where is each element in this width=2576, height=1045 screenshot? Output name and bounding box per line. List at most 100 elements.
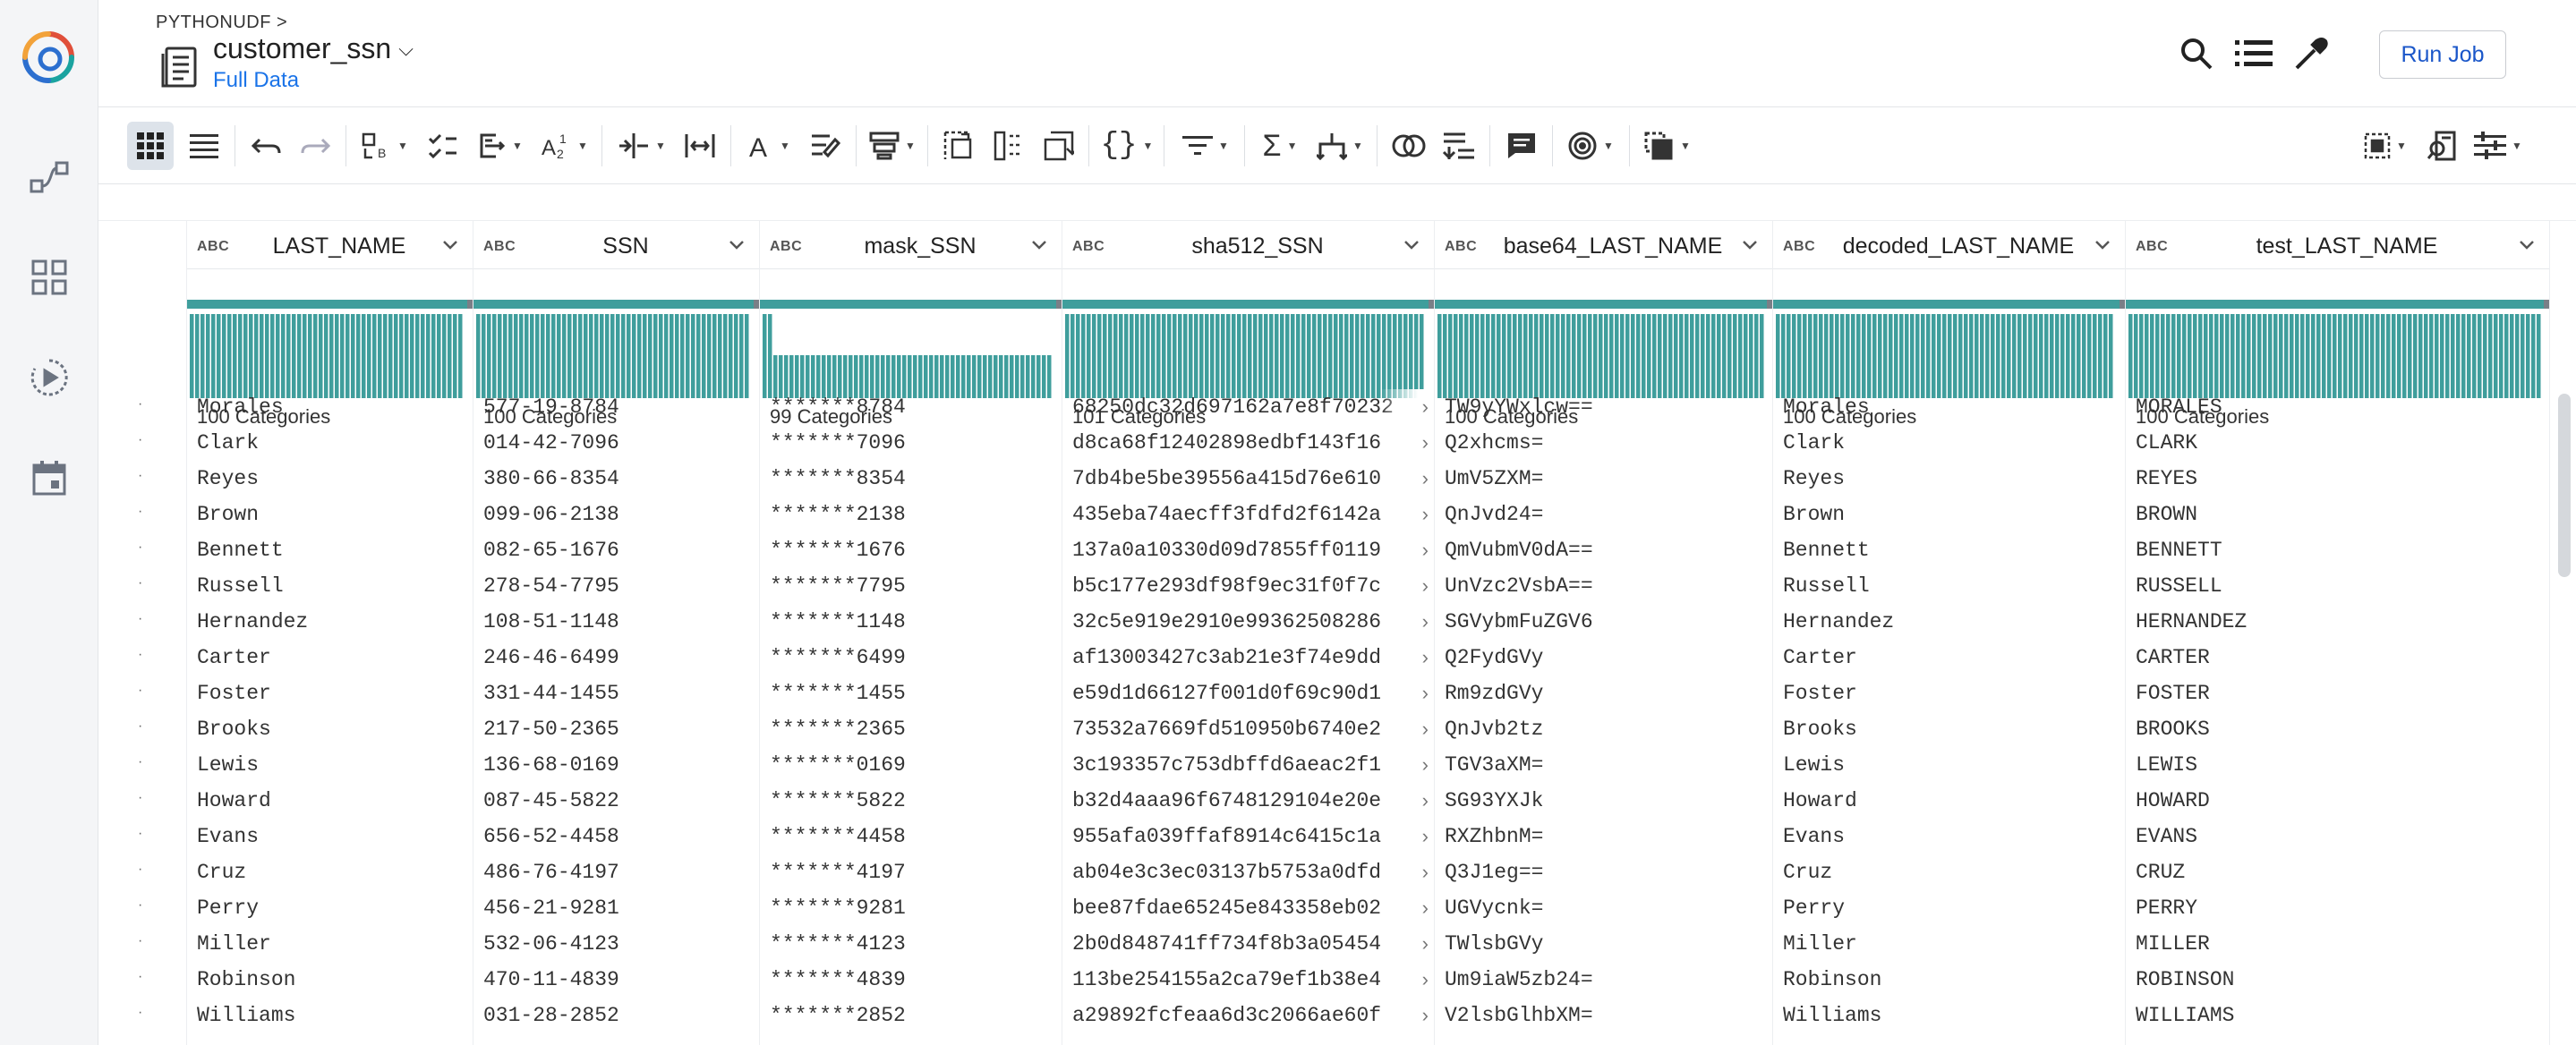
- table-cell[interactable]: Williams: [186, 998, 473, 1033]
- table-row[interactable]: · Howard 087-45-5822 *******5822 b32d4aaa96f…: [98, 783, 2576, 819]
- table-cell[interactable]: *******0169: [759, 747, 1062, 783]
- table-cell[interactable]: ab04e3c3ec03137b5753a0dfd ›: [1062, 854, 1434, 890]
- table-cell[interactable]: 656-52-4458: [473, 819, 759, 854]
- table-cell[interactable]: Robinson: [186, 962, 473, 998]
- table-cell[interactable]: *******8354: [759, 461, 1062, 497]
- merge-column-icon[interactable]: [677, 122, 723, 170]
- table-cell[interactable]: Lewis: [186, 747, 473, 783]
- expand-value-icon[interactable]: ›: [1422, 532, 1429, 568]
- column-histogram[interactable]: [1776, 314, 2118, 398]
- column-name-bar[interactable]: ABC sha512_SSN: [1062, 225, 1434, 269]
- table-cell[interactable]: Brown: [1772, 497, 2125, 532]
- join-icon[interactable]: [1386, 122, 1432, 170]
- table-cell[interactable]: *******2365: [759, 711, 1062, 747]
- calendar-icon[interactable]: [26, 455, 73, 501]
- row-handle[interactable]: ·: [138, 969, 142, 985]
- table-row[interactable]: · Reyes 380-66-8354 *******8354 7db4be5be395…: [98, 461, 2576, 497]
- table-cell[interactable]: RXZhbnM=: [1434, 819, 1772, 854]
- expand-value-icon[interactable]: ›: [1422, 604, 1429, 640]
- run-job-button[interactable]: Run Job: [2379, 30, 2506, 79]
- table-cell[interactable]: 137a0a10330d09d7855ff0119 ›: [1062, 532, 1434, 568]
- table-cell[interactable]: Hernandez: [186, 604, 473, 640]
- redo-icon[interactable]: [294, 122, 338, 170]
- table-cell[interactable]: 108-51-1148: [473, 604, 759, 640]
- table-cell[interactable]: *******8784: [759, 389, 1062, 425]
- table-row[interactable]: · Clark 014-42-7096 *******7096 d8ca68f12402…: [98, 425, 2576, 461]
- table-cell[interactable]: Rm9zdGVy: [1434, 675, 1772, 711]
- expand-value-icon[interactable]: ›: [1422, 962, 1429, 998]
- table-cell[interactable]: Q3J1eg==: [1434, 854, 1772, 890]
- table-cell[interactable]: Reyes: [1772, 461, 2125, 497]
- table-cell[interactable]: 136-68-0169: [473, 747, 759, 783]
- table-cell[interactable]: bee87fdae65245e843358eb02 ›: [1062, 890, 1434, 926]
- row-handle[interactable]: ·: [138, 933, 142, 949]
- table-row[interactable]: · Robinson 470-11-4839 *******4839 113be2541…: [98, 962, 2576, 998]
- table-row[interactable]: · Cruz 486-76-4197 *******4197 ab04e3c3ec031…: [98, 854, 2576, 890]
- table-cell[interactable]: HERNANDEZ: [2125, 604, 2549, 640]
- expand-value-icon[interactable]: ›: [1422, 998, 1429, 1033]
- unpivot-icon[interactable]: [986, 122, 1031, 170]
- table-cell[interactable]: *******4458: [759, 819, 1062, 854]
- table-cell[interactable]: BROOKS: [2125, 711, 2549, 747]
- data-quality-bar[interactable]: [186, 300, 473, 309]
- table-cell[interactable]: Bennett: [186, 532, 473, 568]
- column-name-bar[interactable]: ABC test_LAST_NAME: [2125, 225, 2549, 269]
- table-row[interactable]: · Perry 456-21-9281 *******9281 bee87fdae652…: [98, 890, 2576, 926]
- table-cell[interactable]: b5c177e293df98f9ec31f0f7c ›: [1062, 568, 1434, 604]
- table-cell[interactable]: *******1148: [759, 604, 1062, 640]
- table-cell[interactable]: Foster: [186, 675, 473, 711]
- table-cell[interactable]: 73532a7669fd510950b6740e2 ›: [1062, 711, 1434, 747]
- column-type-icon[interactable]: ABC: [1072, 239, 1117, 255]
- column-type-icon[interactable]: ABC: [1445, 239, 1489, 255]
- comment-icon[interactable]: [1498, 122, 1545, 170]
- chevron-down-icon[interactable]: [437, 239, 464, 255]
- table-cell[interactable]: ROBINSON: [2125, 962, 2549, 998]
- change-type-icon[interactable]: B ▼: [358, 122, 412, 170]
- row-handle[interactable]: ·: [138, 790, 142, 806]
- table-cell[interactable]: Reyes: [186, 461, 473, 497]
- table-cell[interactable]: Clark: [186, 425, 473, 461]
- select-columns-icon[interactable]: ▼: [2356, 122, 2415, 170]
- table-cell[interactable]: 278-54-7795: [473, 568, 759, 604]
- column-name-bar[interactable]: ABC base64_LAST_NAME: [1434, 225, 1772, 269]
- table-cell[interactable]: MORALES: [2125, 389, 2549, 425]
- chevron-down-icon[interactable]: [1736, 239, 1763, 255]
- table-cell[interactable]: Miller: [1772, 926, 2125, 962]
- table-cell[interactable]: BROWN: [2125, 497, 2549, 532]
- table-cell[interactable]: TWlsbGVy: [1434, 926, 1772, 962]
- edit-column-icon[interactable]: [802, 122, 849, 170]
- table-cell[interactable]: Morales: [1772, 389, 2125, 425]
- table-cell[interactable]: 3c193357c753dbffd6aeac2f1 ›: [1062, 747, 1434, 783]
- table-cell[interactable]: UGVycnk=: [1434, 890, 1772, 926]
- data-quality-bar[interactable]: [1772, 300, 2125, 309]
- row-handle[interactable]: ·: [138, 647, 142, 663]
- expand-value-icon[interactable]: ›: [1422, 425, 1429, 461]
- row-handle[interactable]: ·: [138, 862, 142, 878]
- table-cell[interactable]: Perry: [186, 890, 473, 926]
- row-handle[interactable]: ·: [138, 396, 142, 412]
- sigma-icon[interactable]: Σ ▼: [1253, 122, 1307, 170]
- table-cell[interactable]: 082-65-1676: [473, 532, 759, 568]
- column-type-icon[interactable]: ABC: [1783, 239, 1828, 255]
- table-cell[interactable]: TW9yYWxlcw==: [1434, 389, 1772, 425]
- table-cell[interactable]: af13003427c3ab21e3f74e9dd ›: [1062, 640, 1434, 675]
- table-cell[interactable]: Brown: [186, 497, 473, 532]
- table-row[interactable]: · Morales 577-19-8784 *******8784 68250dc32d…: [98, 389, 2576, 425]
- table-row[interactable]: · Bennett 082-65-1676 *******1676 137a0a1033…: [98, 532, 2576, 568]
- table-cell[interactable]: 246-46-6499: [473, 640, 759, 675]
- transpose-icon[interactable]: [1036, 122, 1081, 170]
- data-quality-bar[interactable]: [2125, 300, 2549, 309]
- dashboard-icon[interactable]: [26, 254, 73, 301]
- table-cell[interactable]: b32d4aaa96f6748129104e20e ›: [1062, 783, 1434, 819]
- expand-value-icon[interactable]: ›: [1422, 819, 1429, 854]
- table-cell[interactable]: Q2xhcms=: [1434, 425, 1772, 461]
- table-cell[interactable]: Brooks: [186, 711, 473, 747]
- validate-icon[interactable]: [421, 122, 465, 170]
- table-cell[interactable]: Evans: [186, 819, 473, 854]
- target-icon[interactable]: ▼: [1561, 122, 1620, 170]
- column-histogram[interactable]: [2128, 314, 2542, 398]
- chevron-down-icon[interactable]: [723, 239, 750, 255]
- row-handle[interactable]: ·: [138, 897, 142, 913]
- column-histogram[interactable]: [1437, 314, 1765, 398]
- row-handle[interactable]: ·: [138, 683, 142, 699]
